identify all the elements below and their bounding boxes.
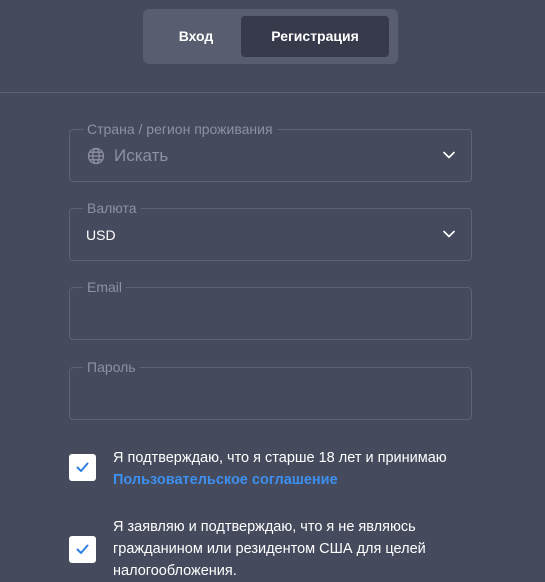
country-label: Страна / регион проживания	[83, 121, 277, 137]
checkmark-icon	[76, 462, 89, 472]
country-search-placeholder: Искать	[114, 146, 169, 165]
globe-icon	[87, 147, 105, 165]
email-label: Email	[83, 279, 127, 295]
us-tax-consent-text: Я заявляю и подтверждаю, что я не являюс…	[113, 519, 426, 579]
currency-value: USD	[86, 227, 116, 243]
checkmark-icon	[76, 544, 89, 554]
age-consent-label: Я подтверждаю, что я старше 18 лет и при…	[113, 450, 447, 466]
tab-register[interactable]: Регистрация	[241, 16, 389, 57]
country-select[interactable]: Страна / регион проживания Искать	[69, 121, 472, 182]
age-consent-checkbox[interactable]	[69, 454, 96, 481]
header-divider	[0, 92, 545, 93]
us-tax-consent-checkbox[interactable]	[69, 536, 96, 563]
chevron-down-icon[interactable]	[443, 230, 455, 238]
currency-label: Валюта	[83, 200, 141, 216]
currency-select[interactable]: Валюта USD	[69, 200, 472, 261]
password-field[interactable]: Пароль	[69, 359, 472, 420]
tab-login[interactable]: Вход	[150, 16, 242, 57]
user-agreement-link[interactable]: Пользовательское соглашение	[113, 472, 338, 488]
chevron-down-icon[interactable]	[443, 151, 455, 159]
age-consent-text: Я подтверждаю, что я старше 18 лет и при…	[113, 447, 483, 491]
auth-tabs: Вход Регистрация	[143, 9, 398, 64]
password-label: Пароль	[83, 359, 140, 375]
email-field[interactable]: Email	[69, 279, 472, 340]
